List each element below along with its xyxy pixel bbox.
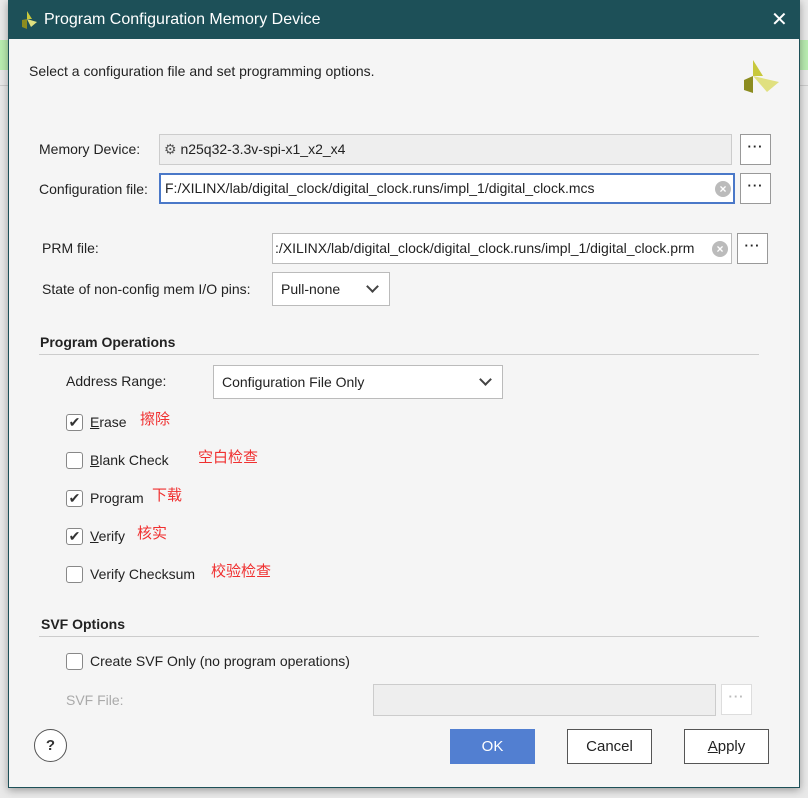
memory-device-field: ⚙ n25q32-3.3v-spi-x1_x2_x4 [159, 134, 732, 165]
chevron-down-icon [479, 373, 492, 386]
clear-icon[interactable]: × [715, 181, 731, 197]
config-file-value: F:/XILINX/lab/digital_clock/digital_cloc… [165, 180, 595, 196]
verify-label: Verify [90, 528, 126, 544]
prm-file-input[interactable]: :/XILINX/lab/digital_clock/digital_clock… [272, 233, 732, 264]
xilinx-logo-icon [744, 60, 779, 93]
divider [39, 354, 759, 355]
chip-icon: ⚙ [164, 141, 177, 157]
pin-state-dropdown[interactable]: Pull-none [272, 272, 390, 306]
create-svf-label: Create SVF Only (no program operations) [90, 653, 350, 669]
help-button[interactable]: ? [34, 729, 67, 762]
apply-button[interactable]: Apply [684, 729, 769, 764]
memory-device-label: Memory Device: [39, 141, 141, 157]
cancel-button[interactable]: Cancel [567, 729, 652, 764]
close-icon[interactable]: ✕ [771, 7, 788, 32]
erase-annotation: 擦除 [140, 411, 171, 428]
clear-icon[interactable]: × [712, 241, 728, 257]
svf-options-heading: SVF Options [41, 616, 125, 632]
erase-checkbox[interactable]: ✔ [66, 414, 83, 431]
ok-button[interactable]: OK [450, 729, 535, 764]
svf-file-input[interactable] [373, 684, 716, 716]
blank-check-annotation: 空白检查 [198, 449, 259, 466]
xilinx-logo-icon [22, 11, 37, 29]
description: Select a configuration file and set prog… [29, 63, 375, 79]
verify-annotation: 核实 [137, 525, 168, 542]
prm-file-browse-button[interactable]: ··· [737, 233, 768, 264]
window-title: Program Configuration Memory Device [44, 11, 321, 28]
chevron-down-icon [366, 280, 379, 293]
address-range-dropdown[interactable]: Configuration File Only [213, 365, 503, 399]
svf-file-browse-button[interactable]: ··· [721, 684, 752, 715]
program-annotation: 下载 [152, 487, 183, 504]
program-config-memory-dialog: Program Configuration Memory Device ✕ Se… [8, 0, 800, 788]
program-operations-heading: Program Operations [40, 334, 176, 350]
memory-device-value: n25q32-3.3v-spi-x1_x2_x4 [180, 141, 346, 157]
address-range-label: Address Range: [66, 373, 167, 389]
prm-file-value: :/XILINX/lab/digital_clock/digital_clock… [275, 240, 695, 256]
config-file-input[interactable]: F:/XILINX/lab/digital_clock/digital_cloc… [159, 173, 735, 204]
erase-label: Erase [90, 414, 127, 430]
config-file-label: Configuration file: [39, 181, 148, 197]
blank-check-checkbox[interactable] [66, 452, 83, 469]
config-file-browse-button[interactable]: ··· [740, 173, 771, 204]
pin-state-label: State of non-config mem I/O pins: [42, 281, 251, 297]
memory-device-browse-button[interactable]: ··· [740, 134, 771, 165]
address-range-value: Configuration File Only [222, 374, 365, 390]
divider [39, 636, 759, 637]
prm-file-label: PRM file: [42, 240, 99, 256]
title-bar: Program Configuration Memory Device ✕ [9, 1, 799, 39]
verify-checksum-label: Verify Checksum [90, 566, 196, 582]
svf-file-label: SVF File: [66, 692, 124, 708]
program-checkbox[interactable]: ✔ [66, 490, 83, 507]
blank-check-label: Blank Check [90, 452, 169, 468]
verify-checkbox[interactable]: ✔ [66, 528, 83, 545]
create-svf-checkbox[interactable] [66, 653, 83, 670]
program-label: Program [90, 490, 144, 506]
verify-checksum-checkbox[interactable] [66, 566, 83, 583]
verify-checksum-annotation: 校验检查 [211, 563, 272, 580]
pin-state-value: Pull-none [281, 281, 341, 297]
